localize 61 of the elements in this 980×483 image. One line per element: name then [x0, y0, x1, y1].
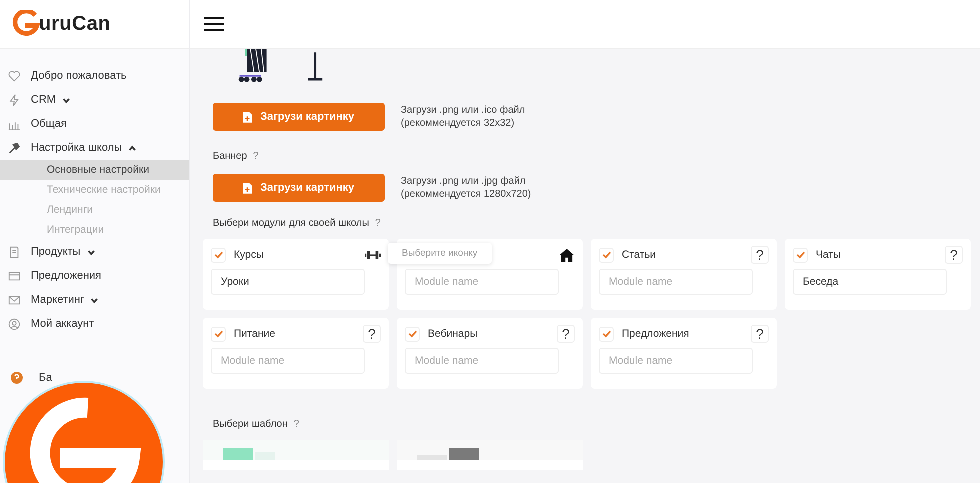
- checkbox[interactable]: [405, 326, 420, 342]
- section-label: Баннер: [213, 151, 248, 162]
- module-title: Курсы: [234, 249, 264, 261]
- help-icon[interactable]: ?: [557, 325, 575, 343]
- sidebar-item[interactable]: Предложения: [0, 264, 189, 288]
- tooltip: Выберите иконку: [388, 243, 492, 264]
- sidebar-item[interactable]: Добро пожаловать: [0, 64, 189, 88]
- sidebar-subitem[interactable]: Основные настройки: [0, 160, 189, 180]
- help-icon: [11, 372, 23, 384]
- logo-text: uruCan: [39, 12, 111, 36]
- file-icon: [243, 112, 252, 122]
- sidebar-item[interactable]: Маркетинг: [0, 288, 189, 312]
- checkbox[interactable]: [599, 248, 614, 262]
- check-icon: [214, 329, 224, 339]
- home-icon[interactable]: [559, 248, 575, 262]
- checkbox[interactable]: [211, 326, 226, 342]
- module-name-field[interactable]: Module name: [405, 269, 559, 295]
- bolt-icon: [8, 94, 21, 106]
- sidebar-item[interactable]: Ба: [39, 372, 52, 384]
- sidebar-item[interactable]: Продукты: [0, 240, 189, 264]
- sidebar-item[interactable]: Настройка школы: [0, 136, 189, 160]
- module-title: Предложения: [622, 328, 690, 340]
- help-icon[interactable]: ?: [751, 325, 769, 343]
- upload-hint: Загрузи .png или .jpg файл (рекоммендуется 1280x720): [401, 175, 532, 201]
- checkbox[interactable]: [211, 248, 226, 262]
- section-label: Выбери шаблон: [213, 419, 288, 430]
- module-name-field[interactable]: Уроки: [211, 269, 365, 295]
- help-icon[interactable]: ?: [751, 246, 769, 264]
- check-icon: [602, 250, 612, 260]
- module-title: Статьи: [622, 249, 656, 261]
- section-label: Выбери модули для своей школы: [213, 218, 370, 229]
- logo-icon: [12, 10, 40, 38]
- file-icon: [243, 182, 252, 194]
- user-icon: [8, 318, 21, 330]
- module-name-field[interactable]: Module name: [405, 348, 559, 374]
- module-name-field[interactable]: Module name: [599, 269, 753, 295]
- sidebar-item[interactable]: CRM: [0, 88, 189, 112]
- sidebar-item[interactable]: Мой аккаунт: [0, 312, 189, 336]
- help-icon[interactable]: ?: [945, 246, 963, 264]
- menu-icon[interactable]: [204, 16, 224, 32]
- check-icon: [796, 250, 806, 260]
- module-title: Вебинары: [428, 328, 478, 340]
- upload-hint: Загрузи .png или .ico файл (рекоммендуется 32x32): [401, 104, 526, 130]
- check-icon: [602, 329, 612, 339]
- module-name-field[interactable]: Беседа: [793, 269, 947, 295]
- hammer-icon: [8, 142, 21, 154]
- module-title: Питание: [234, 328, 276, 340]
- heart-icon: [8, 70, 21, 82]
- help-icon[interactable]: ?: [363, 325, 381, 343]
- module-title: Чаты: [816, 249, 841, 261]
- module-name-field[interactable]: Module name: [599, 348, 753, 374]
- check-icon: [408, 329, 418, 339]
- check-icon: [214, 250, 224, 260]
- checkbox[interactable]: [599, 326, 614, 342]
- document-icon: [8, 246, 21, 258]
- card-icon: [8, 270, 21, 282]
- mail-icon: [8, 294, 21, 306]
- sidebar-item[interactable]: Общая: [0, 112, 189, 136]
- checkbox[interactable]: [793, 248, 808, 262]
- dumbbell-icon[interactable]: [365, 248, 381, 262]
- module-name-field[interactable]: Module name: [211, 348, 365, 374]
